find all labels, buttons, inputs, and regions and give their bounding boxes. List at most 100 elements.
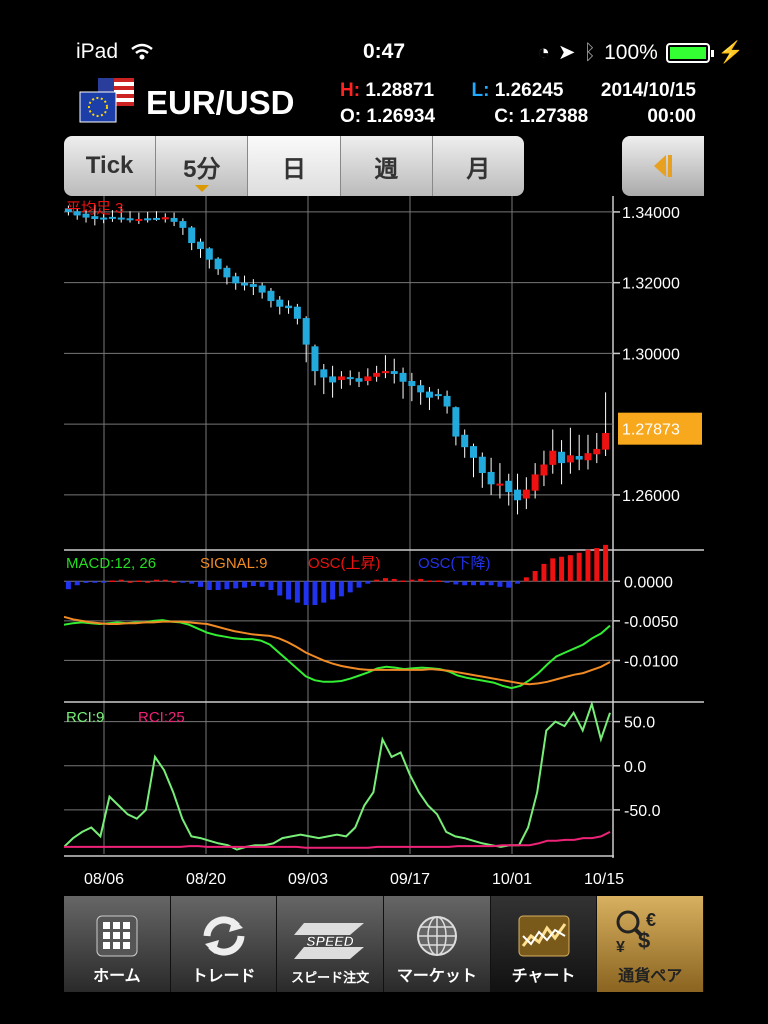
collapse-button[interactable] (622, 136, 704, 196)
osc-bar (585, 549, 591, 582)
rci-legend: RCI:9 RCI:25 (66, 709, 185, 726)
candle-body (293, 306, 301, 319)
osc-bar (189, 581, 195, 584)
candle-body (161, 217, 169, 220)
legend-macd: MACD:12, 26 (66, 555, 156, 572)
tab-trade[interactable]: トレード (170, 896, 278, 992)
candle-body (452, 407, 460, 437)
candle-body (593, 448, 601, 455)
candle-body (399, 372, 407, 382)
x-tick-label: 08/06 (84, 871, 124, 888)
osc-bar (418, 578, 424, 582)
chart-area[interactable]: 1.34000 1.32000 1.30000 1.26000 1.27873 0.000… (64, 196, 704, 896)
current-price-label: 1.27873 (622, 422, 680, 439)
candle-body (241, 282, 249, 286)
tab-currency-pair[interactable]: € $ ¥ 通貨ペア (597, 896, 705, 992)
y-tick-label: -0.0050 (624, 614, 678, 631)
candle-body (117, 217, 125, 220)
timeframe-tick[interactable]: Tick (64, 136, 157, 196)
timeframe-month[interactable]: 月 (433, 136, 524, 196)
main-chart-title: 平均足 3 (66, 200, 124, 217)
osc-bar (426, 580, 432, 582)
osc-bar (515, 581, 521, 584)
osc-bar (233, 581, 239, 589)
osc-bar (453, 581, 459, 585)
timeframe-selector: Tick 5分 日 週 月 (64, 136, 524, 196)
location-icon: ➤ (557, 41, 576, 64)
candle-body (179, 221, 187, 228)
y-tick-label: -50.0 (624, 803, 661, 820)
candle-body (434, 394, 442, 397)
osc-bar (365, 581, 371, 584)
osc-bar (171, 581, 177, 583)
low-label: L: (471, 80, 490, 101)
back-arrow-icon (654, 155, 672, 177)
legend-signal: SIGNAL:9 (200, 555, 268, 572)
legend-osc-down: OSC(下降) (418, 555, 491, 572)
osc-bar (136, 580, 142, 582)
osc-bar (550, 558, 556, 582)
tab-market[interactable]: マーケット (384, 896, 491, 992)
high-value: 1.28871 (365, 80, 435, 101)
tab-home[interactable]: ホーム (64, 896, 171, 992)
svg-text:$: $ (638, 928, 650, 953)
tab-chart[interactable]: チャート (490, 896, 598, 992)
tab-bar: ホーム トレード SPEED スピード注文 マーケット チャート € $ ¥ 通貨ペ… (64, 896, 705, 992)
candle-body (522, 489, 530, 499)
osc-bar (65, 581, 71, 590)
candle-body (364, 376, 372, 382)
osc-bar (471, 581, 476, 586)
currency-flag-icon (79, 78, 134, 123)
candle-body (267, 290, 275, 302)
osc-bar (391, 578, 397, 582)
osc-bar (101, 581, 107, 583)
osc-bar (462, 581, 468, 586)
battery-percent: 100% (604, 40, 658, 64)
candle-body (214, 258, 222, 270)
osc-bar (242, 581, 248, 588)
timeframe-day[interactable]: 日 (248, 136, 341, 196)
osc-bar (118, 579, 124, 582)
charging-icon: ⚡ (717, 40, 744, 64)
refresh-icon (203, 916, 244, 956)
osc-bar (153, 579, 159, 582)
candlestick-series (64, 204, 610, 515)
open-value: 1.26934 (366, 106, 436, 127)
timeframe-week[interactable]: 週 (341, 136, 433, 196)
candle-body (443, 395, 451, 407)
candle-body (205, 248, 213, 260)
y-tick-label: 1.26000 (622, 488, 680, 505)
low-value: 1.26245 (494, 80, 564, 101)
currency-pair-title[interactable]: EUR/USD (146, 84, 295, 122)
tab-speed-order[interactable]: SPEED スピード注文 (277, 896, 385, 992)
timeframe-5min[interactable]: 5分 (156, 136, 249, 196)
osc-bar (198, 581, 203, 587)
osc-bar (409, 579, 415, 582)
osc-bar (127, 581, 133, 583)
y-tick-label: -0.0100 (624, 653, 678, 670)
osc-bar (559, 556, 565, 582)
grid-icon (96, 915, 138, 957)
candle-body (584, 453, 592, 461)
osc-bar (576, 552, 582, 582)
candle-body (346, 377, 354, 380)
x-tick-label: 08/20 (186, 871, 226, 888)
osc-bar (347, 581, 353, 593)
osc-bar (444, 581, 450, 583)
candle-body (566, 455, 574, 463)
open-label: O: (340, 106, 362, 127)
candle-body (152, 217, 160, 220)
x-tick-label: 09/17 (390, 871, 430, 888)
candle-body (285, 305, 293, 309)
candle-body (337, 376, 345, 380)
osc-bar (250, 581, 256, 587)
currency-icon: €$ ¥ (616, 910, 656, 956)
candle-body (276, 299, 284, 307)
osc-bar (338, 581, 344, 597)
status-right: ◔ ➤ ᛒ 100% ⚡ (537, 40, 744, 65)
battery-icon (665, 42, 714, 63)
osc-bar (321, 581, 327, 603)
status-bar: iPad 0:47 ◔ ➤ ᛒ 100% ⚡ (0, 0, 768, 80)
candle-body (170, 217, 178, 222)
candle-body (531, 474, 539, 491)
